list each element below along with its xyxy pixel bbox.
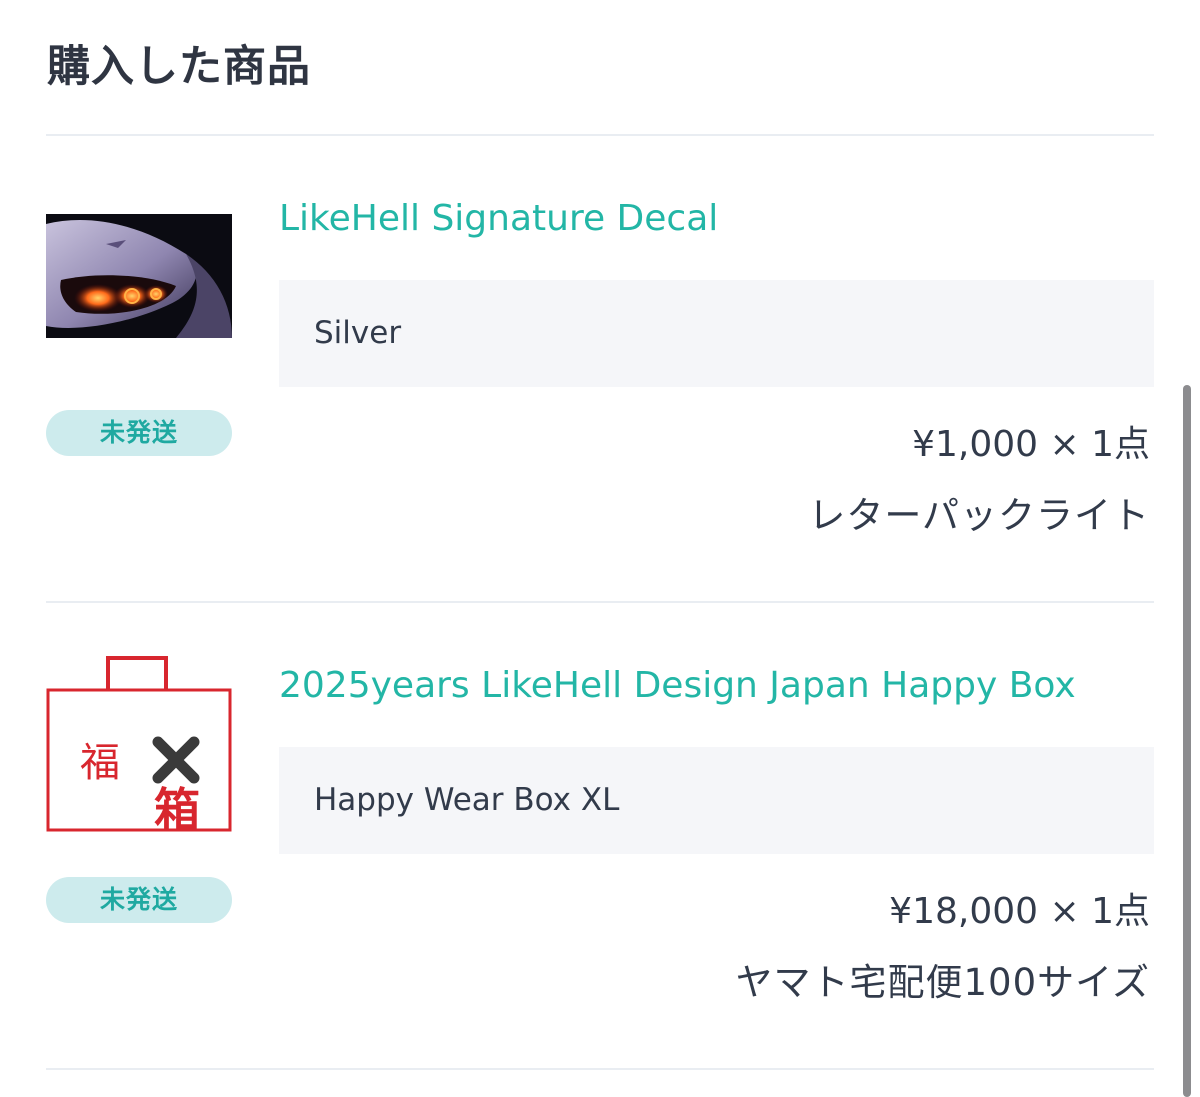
price-quantity: ¥18,000 × 1点 xyxy=(889,891,1150,932)
product-name-link[interactable]: 2025years LikeHell Design Japan Happy Bo… xyxy=(279,662,1076,710)
shipping-method: レターパックライト xyxy=(808,494,1150,537)
bako-character: 箱 xyxy=(154,783,200,834)
divider xyxy=(46,601,1154,603)
status-badge: 未発送 xyxy=(46,410,232,456)
divider xyxy=(46,1068,1154,1070)
product-thumbnail-happy-box[interactable]: 福 箱 xyxy=(46,652,232,834)
order-item-2: 福 箱 未発送 2025years LikeHell Design Japan … xyxy=(0,0,1200,1004)
variant-label: Happy Wear Box XL xyxy=(314,782,620,818)
fukubukuro-bag-icon: 福 箱 xyxy=(46,652,232,834)
vertical-scrollbar[interactable] xyxy=(1183,385,1191,1097)
status-badge: 未発送 xyxy=(46,877,232,923)
shipping-method: ヤマト宅配便100サイズ xyxy=(735,961,1150,1004)
variant-box: Happy Wear Box XL xyxy=(279,747,1154,854)
price-quantity: ¥1,000 × 1点 xyxy=(912,424,1150,465)
fuku-character: 福 xyxy=(80,740,120,786)
